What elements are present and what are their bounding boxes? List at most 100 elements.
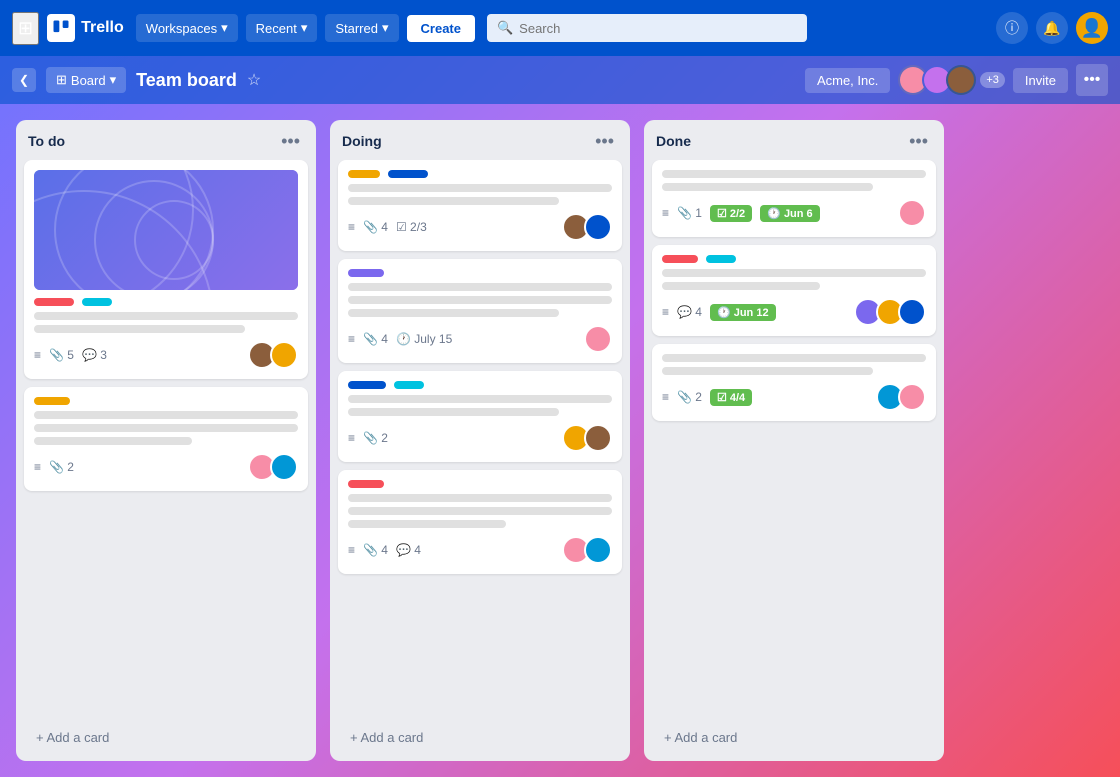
user-avatar[interactable]: 👤 (1076, 12, 1108, 44)
attach-count: 📎 2 (677, 390, 702, 404)
card-line (348, 395, 612, 403)
card-avatars (562, 536, 612, 564)
checklist-badge: ☑ 2/2 (710, 205, 752, 222)
trello-wordmark: Trello (81, 19, 124, 37)
card-line (34, 411, 298, 419)
date-badge: 🕐 Jun 12 (710, 304, 776, 321)
card-meta: ≡📎 2 (34, 453, 298, 481)
info-button[interactable]: ⓘ (996, 12, 1028, 44)
card[interactable]: ≡ 📎 5 💬 3 (24, 160, 308, 379)
column-menu-button[interactable]: ••• (277, 130, 304, 152)
card-tags (348, 269, 612, 277)
card[interactable]: ≡💬 4🕐 Jun 12 (652, 245, 936, 336)
card-tag (706, 255, 736, 263)
card[interactable]: ≡📎 4🕐 July 15 (338, 259, 622, 363)
member-avatar (946, 65, 976, 95)
card-tag (348, 170, 380, 178)
card-avatars (562, 424, 612, 452)
top-navigation: ⊞ Trello Workspaces ▾ Recent ▾ Starred ▾… (0, 0, 1120, 56)
create-button[interactable]: Create (407, 15, 475, 42)
card-line (348, 520, 506, 528)
search-container: 🔍 (487, 14, 807, 42)
card-avatar (584, 424, 612, 452)
date-badge: 🕐 Jun 6 (760, 205, 819, 222)
chevron-down-icon: ▾ (382, 20, 389, 36)
card-menu-icon: ≡ (34, 348, 41, 362)
column-title: Doing (342, 133, 382, 149)
card[interactable]: ≡📎 4💬 4 (338, 470, 622, 574)
checklist-count: ☑ 2/3 (396, 220, 427, 234)
card-line (348, 283, 612, 291)
card[interactable]: ≡📎 4☑ 2/3 (338, 160, 622, 251)
board-title: Team board (136, 70, 237, 91)
card-avatar (584, 536, 612, 564)
search-icon: 🔍 (497, 20, 513, 36)
card-menu-icon: ≡ (662, 390, 669, 404)
card-tag (82, 298, 112, 306)
card-meta: ≡📎 4🕐 July 15 (348, 325, 612, 353)
card-tag (662, 255, 698, 263)
card-line (34, 325, 245, 333)
card-avatars (876, 383, 926, 411)
due-date: 🕐 July 15 (396, 332, 452, 346)
column-done: Done ••• ≡📎 1☑ 2/2🕐 Jun 6≡💬 4🕐 Jun 12≡📎 … (644, 120, 944, 761)
board-view-button[interactable]: ⊞ Board ▾ (46, 67, 126, 93)
card-menu-icon: ≡ (348, 220, 355, 234)
cards-list: ≡📎 1☑ 2/2🕐 Jun 6≡💬 4🕐 Jun 12≡📎 2☑ 4/4 (644, 160, 944, 718)
card-line (662, 367, 873, 375)
attach-count: 📎 5 (49, 348, 74, 362)
add-card-button[interactable]: + Add a card (652, 722, 936, 753)
board-navigation: ❮ ⊞ Board ▾ Team board ☆ Acme, Inc. +3 I… (0, 56, 1120, 104)
card-avatars (854, 298, 926, 326)
invite-button[interactable]: Invite (1013, 68, 1068, 93)
card-line (662, 282, 820, 290)
card-menu-icon: ≡ (348, 431, 355, 445)
card-line (662, 354, 926, 362)
card-meta: ≡💬 4🕐 Jun 12 (662, 298, 926, 326)
card-line (348, 494, 612, 502)
add-card-button[interactable]: + Add a card (338, 722, 622, 753)
member-count-badge: +3 (980, 72, 1005, 88)
search-input[interactable] (519, 21, 797, 36)
card-tags (348, 170, 612, 178)
trello-logo: Trello (47, 14, 124, 42)
column-menu-button[interactable]: ••• (591, 130, 618, 152)
workspaces-menu-button[interactable]: Workspaces ▾ (136, 14, 238, 42)
card-line (34, 312, 298, 320)
sidebar-collapse-button[interactable]: ❮ (12, 68, 36, 92)
column-menu-button[interactable]: ••• (905, 130, 932, 152)
card-line (662, 269, 926, 277)
card-line (348, 507, 612, 515)
card-tag (348, 480, 384, 488)
card-tag (394, 381, 424, 389)
search-input-wrap: 🔍 (487, 14, 807, 42)
card-tag (34, 397, 70, 405)
card-tags (662, 255, 926, 263)
more-options-button[interactable]: ••• (1076, 64, 1108, 96)
starred-menu-button[interactable]: Starred ▾ (325, 14, 398, 42)
card-avatars (898, 199, 926, 227)
card[interactable]: ≡📎 2☑ 4/4 (652, 344, 936, 421)
card[interactable]: ≡📎 1☑ 2/2🕐 Jun 6 (652, 160, 936, 237)
comment-count: 💬 4 (396, 543, 421, 557)
comment-count: 💬 3 (82, 348, 107, 362)
card-line (348, 184, 612, 192)
card-avatar (898, 199, 926, 227)
card[interactable]: ≡📎 2 (338, 371, 622, 462)
card[interactable]: ≡📎 2 (24, 387, 308, 491)
card-meta: ≡📎 4💬 4 (348, 536, 612, 564)
card-tag (348, 269, 384, 277)
card-meta: ≡📎 4☑ 2/3 (348, 213, 612, 241)
card-tag (34, 298, 74, 306)
nav-right-area: ⓘ 🔔 👤 (996, 12, 1108, 44)
cards-list: ≡📎 4☑ 2/3 ≡📎 4🕐 July 15 ≡📎 2 ≡📎 4💬 4 (330, 160, 630, 718)
add-card-button[interactable]: + Add a card (24, 722, 308, 753)
card-menu-icon: ≡ (348, 332, 355, 346)
workspace-button[interactable]: Acme, Inc. (805, 68, 890, 93)
card-line (34, 437, 192, 445)
notification-button[interactable]: 🔔 (1036, 12, 1068, 44)
star-button[interactable]: ☆ (247, 70, 261, 90)
grid-menu-button[interactable]: ⊞ (12, 12, 39, 45)
recent-menu-button[interactable]: Recent ▾ (246, 14, 318, 42)
card-tags (348, 381, 612, 389)
